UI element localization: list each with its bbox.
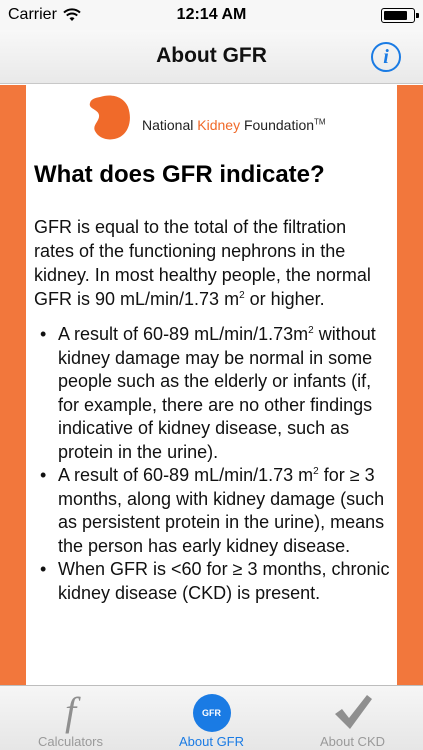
- bullet-dot: •: [40, 559, 47, 579]
- bullet-text: When GFR is <60 for ≥ 3 months, chronic …: [58, 559, 390, 603]
- tab-about-gfr[interactable]: GFR About GFR: [141, 686, 282, 750]
- battery-icon: [381, 8, 419, 23]
- intro-text-end: or higher.: [244, 289, 325, 309]
- content-scroll-area[interactable]: National Kidney FoundationTM What does G…: [26, 85, 397, 685]
- tab-label: Calculators: [37, 734, 104, 749]
- nkf-wordmark-foundation: Foundation: [240, 117, 315, 133]
- status-time: 12:14 AM: [176, 6, 247, 23]
- nkf-trademark: TM: [314, 117, 326, 127]
- info-button[interactable]: i: [371, 42, 401, 72]
- intro-paragraph: GFR is equal to the total of the filtrat…: [34, 215, 384, 311]
- page-title: About GFR: [156, 44, 267, 67]
- bullet-list: • A result of 60-89 mL/min/1.73m2 withou…: [34, 323, 390, 605]
- nkf-wordmark-kidney: Kidney: [197, 117, 241, 133]
- nkf-logo-header: National Kidney FoundationTM: [86, 93, 386, 143]
- navigation-bar: About GFR i: [0, 30, 423, 84]
- section-heading: What does GFR indicate?: [34, 161, 325, 188]
- bullet-text: A result of 60-89 mL/min/1.73 m: [58, 465, 314, 485]
- gfr-circle-icon: GFR: [192, 694, 231, 732]
- function-icon: f: [64, 689, 77, 734]
- tab-label: About CKD: [319, 734, 386, 749]
- tab-about-ckd[interactable]: About CKD: [282, 686, 423, 750]
- nkf-wordmark: National Kidney FoundationTM: [142, 117, 326, 133]
- bullet-text: A result of 60-89 mL/min/1.73m: [58, 324, 309, 344]
- tab-calculators[interactable]: f Calculators: [0, 686, 141, 750]
- nkf-wordmark-national: National: [142, 117, 198, 133]
- tab-bar: f Calculators GFR About GFR About CKD: [0, 685, 423, 750]
- checkmark-icon: [334, 695, 372, 729]
- bullet-text-end: without kidney damage may be normal in s…: [58, 324, 376, 462]
- bullet-item: • A result of 60-89 mL/min/1.73m2 withou…: [34, 323, 390, 464]
- bullet-item: • A result of 60-89 mL/min/1.73 m2 for ≥…: [34, 464, 390, 558]
- kidney-logo-icon: [89, 95, 130, 140]
- content-frame: National Kidney FoundationTM What does G…: [0, 85, 423, 685]
- bullet-dot: •: [40, 465, 47, 485]
- bullet-item: • When GFR is <60 for ≥ 3 months, chroni…: [34, 558, 390, 605]
- bullet-dot: •: [40, 324, 47, 344]
- status-bar: Carrier 12:14 AM: [0, 0, 423, 30]
- tab-label: About GFR: [178, 734, 245, 749]
